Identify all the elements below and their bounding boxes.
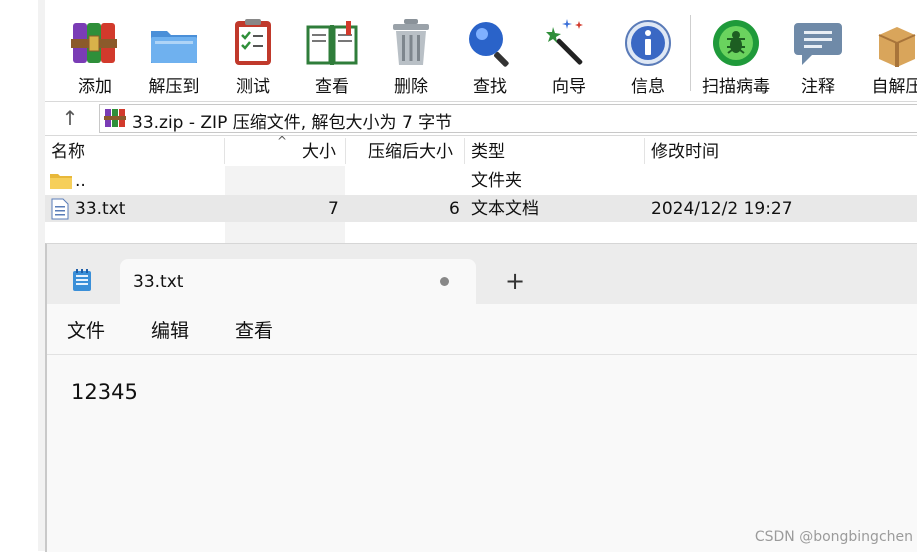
notepad-tab-bar: 33.txt + <box>47 244 917 305</box>
extract-to-icon <box>151 31 197 63</box>
info-icon <box>625 20 671 66</box>
column-header-size[interactable]: 大小 <box>302 136 336 166</box>
file-type: 文本文档 <box>471 199 539 219</box>
extract-to-button[interactable]: 解压到 <box>135 9 213 99</box>
find-icon <box>469 22 509 67</box>
column-header-name[interactable]: 名称 <box>51 136 85 166</box>
notepad-menu-bar: 文件 编辑 查看 <box>47 304 917 355</box>
test-button[interactable]: 测试 <box>215 9 291 99</box>
find-button[interactable]: 查找 <box>451 9 529 99</box>
view-icon <box>306 21 358 65</box>
path-field[interactable]: 33.zip - ZIP 压缩文件, 解包大小为 7 字节 <box>99 104 917 133</box>
notepad-text-area[interactable]: 12345 <box>47 355 917 552</box>
menu-edit[interactable]: 编辑 <box>151 316 189 343</box>
column-divider <box>464 138 465 164</box>
sfx-icon <box>878 27 916 67</box>
folder-icon <box>50 174 72 189</box>
column-divider <box>345 138 346 164</box>
file-type: 文件夹 <box>471 171 522 191</box>
column-header-packed[interactable]: 压缩后大小 <box>368 136 453 166</box>
new-tab-button[interactable]: + <box>502 268 528 294</box>
extract-to-label: 解压到 <box>148 77 200 97</box>
watermark: CSDN @bongbingchen <box>754 529 913 545</box>
add-button[interactable]: 添加 <box>57 9 133 99</box>
virus-scan-button[interactable]: 扫描病毒 <box>693 9 779 99</box>
menu-file[interactable]: 文件 <box>67 316 105 343</box>
delete-label: 删除 <box>394 77 428 97</box>
file-size: 7 <box>328 199 339 219</box>
column-header-type[interactable]: 类型 <box>471 136 505 166</box>
sort-ascending-icon: ^ <box>277 134 288 148</box>
unsaved-dot-icon[interactable] <box>440 277 449 286</box>
comment-button[interactable]: 注释 <box>781 9 855 99</box>
menu-bar-clipped <box>45 0 917 9</box>
column-divider <box>644 138 645 164</box>
virus-scan-icon <box>713 20 759 66</box>
winrar-window: 添加 解压到 测试 查看 删除 查找 向导 信息 扫描病毒 注释 自解压 ↑ 3… <box>45 0 917 245</box>
tab-33txt[interactable]: 33.txt <box>120 259 476 305</box>
delete-button[interactable]: 删除 <box>373 9 449 99</box>
sfx-button[interactable]: 自解压 <box>857 9 917 99</box>
menu-view[interactable]: 查看 <box>235 316 273 343</box>
file-list: 名称 ^ 大小 压缩后大小 类型 修改时间 .. 文件夹 33.txt 7 6 … <box>45 134 917 245</box>
file-row-33txt[interactable]: 33.txt 7 6 文本文档 2024/12/2 19:27 <box>45 195 917 222</box>
info-button[interactable]: 信息 <box>609 9 687 99</box>
view-button[interactable]: 查看 <box>293 9 371 99</box>
comment-label: 注释 <box>801 77 835 97</box>
path-text: 33.zip - ZIP 压缩文件, 解包大小为 7 字节 <box>132 113 453 133</box>
column-divider <box>224 138 225 164</box>
notepad-app-icon <box>73 269 91 291</box>
file-modified: 2024/12/2 19:27 <box>651 199 793 219</box>
address-bar: ↑ 33.zip - ZIP 压缩文件, 解包大小为 7 字节 <box>45 101 917 136</box>
text-file-icon <box>51 198 69 220</box>
add-archive-icon <box>71 23 117 63</box>
toolbar-separator <box>690 15 691 91</box>
wizard-label: 向导 <box>552 77 586 97</box>
file-packed-size: 6 <box>449 199 460 219</box>
comment-icon <box>794 23 842 65</box>
sfx-label: 自解压 <box>871 77 917 97</box>
document-text: 12345 <box>71 380 138 404</box>
winrar-toolbar: 添加 解压到 测试 查看 删除 查找 向导 信息 扫描病毒 注释 自解压 <box>45 9 917 99</box>
desktop-edge <box>0 0 46 551</box>
notepad-window: 33.txt + 文件 编辑 查看 12345 <box>45 243 917 552</box>
info-label: 信息 <box>631 77 665 97</box>
file-name: 33.txt <box>75 199 126 219</box>
add-label: 添加 <box>78 77 112 97</box>
up-arrow-icon[interactable]: ↑ <box>59 106 81 130</box>
view-label: 查看 <box>315 77 349 97</box>
zip-archive-icon <box>104 109 126 127</box>
column-header-modified[interactable]: 修改时间 <box>651 136 719 166</box>
find-label: 查找 <box>473 77 507 97</box>
test-icon <box>235 19 271 65</box>
file-row-parent[interactable]: .. 文件夹 <box>45 167 917 194</box>
test-label: 测试 <box>236 77 270 97</box>
tab-title: 33.txt <box>133 272 184 292</box>
file-name: .. <box>75 171 86 191</box>
wizard-button[interactable]: 向导 <box>531 9 607 99</box>
virus-scan-label: 扫描病毒 <box>702 77 770 97</box>
delete-icon <box>393 19 429 65</box>
wizard-icon <box>546 19 583 65</box>
